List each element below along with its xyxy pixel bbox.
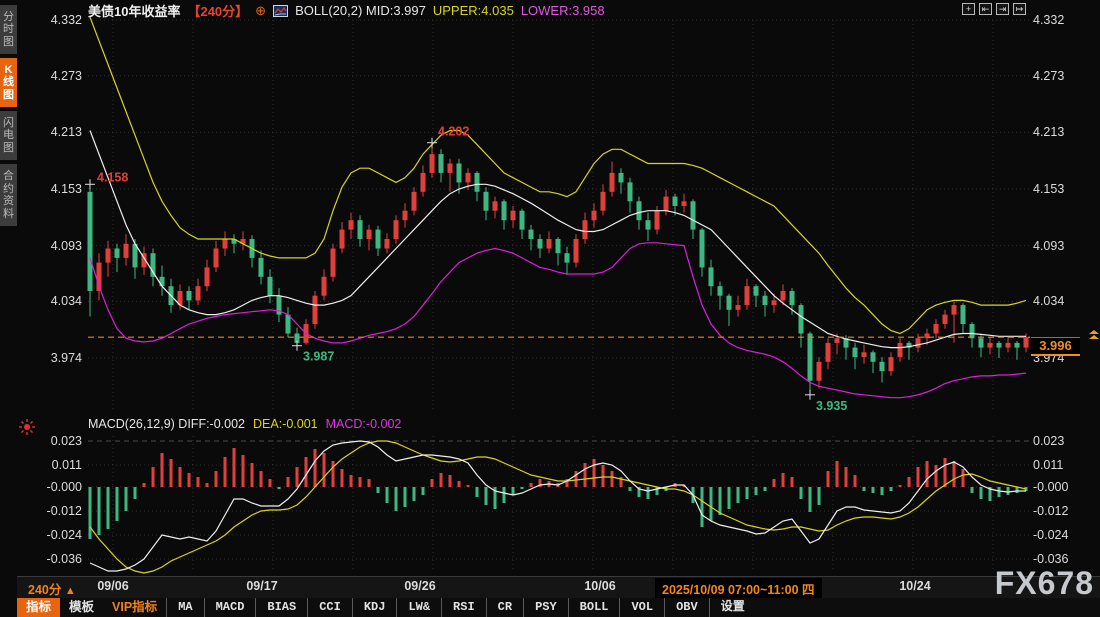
pan-right-button[interactable]: ⇥: [996, 3, 1009, 15]
chart-tool-buttons: + ⇤ ⇥ ↦: [962, 3, 1026, 15]
price-label-right: 4.213: [1033, 125, 1093, 139]
toolbar-button-设置[interactable]: 设置: [709, 598, 756, 617]
macd-value-readout: MACD:-0.002: [326, 417, 402, 431]
toolbar-button-PSY[interactable]: PSY: [523, 598, 568, 617]
price-label-left: 4.034: [28, 294, 82, 308]
sidebar-tab-1[interactable]: K线图: [0, 58, 17, 107]
toolbar-button-VIP指标[interactable]: VIP指标: [103, 598, 166, 617]
macd-label-left: -0.036: [28, 552, 82, 566]
macd-label-right: 0.023: [1033, 434, 1093, 448]
crosshair-icon[interactable]: ⊕: [255, 3, 266, 19]
chart-application: 4.1584.2023.9873.935 分时图K线图闪电图合约资料 美债10年…: [0, 0, 1100, 617]
toolbar-button-CCI[interactable]: CCI: [307, 598, 352, 617]
macd-label-left: 0.011: [28, 458, 82, 472]
macd-label-left: 0.023: [28, 434, 82, 448]
toolbar-button-CR[interactable]: CR: [486, 598, 523, 617]
price-label-right: 4.034: [1033, 294, 1093, 308]
macd-diff-readout: MACD(26,12,9) DIFF:-0.002: [88, 417, 245, 431]
sidebar-tab-3[interactable]: 合约资料: [0, 164, 17, 226]
macd-label-left: -0.000: [28, 480, 82, 494]
toolbar-button-LW&[interactable]: LW&: [396, 598, 441, 617]
time-tick-09/26: 09/26: [404, 579, 435, 593]
mini-chart-icon[interactable]: [273, 5, 288, 17]
price-label-right: 4.093: [1033, 239, 1093, 253]
session-info-badge: 2025/10/09 07:00~11:00 四: [655, 578, 822, 599]
price-label-left: 4.093: [28, 239, 82, 253]
toolbar-button-RSI[interactable]: RSI: [441, 598, 486, 617]
period-up-arrow-icon: ▲: [65, 585, 76, 597]
macd-label-right: -0.000: [1033, 480, 1093, 494]
toolbar-button-VOL[interactable]: VOL: [619, 598, 664, 617]
toolbar-button-BIAS[interactable]: BIAS: [255, 598, 307, 617]
indicator-toolbar: 指标模板VIP指标MAMACDBIASCCIKDJLW&RSICRPSYBOLL…: [17, 598, 1100, 617]
toolbar-button-BOLL[interactable]: BOLL: [568, 598, 620, 617]
sidebar-tab-2[interactable]: 闪电图: [0, 111, 17, 160]
time-tick-10/24: 10/24: [899, 579, 930, 593]
toolbar-button-KDJ[interactable]: KDJ: [352, 598, 397, 617]
fx678-watermark: FX678: [995, 566, 1094, 600]
toolbar-button-MACD[interactable]: MACD: [204, 598, 256, 617]
boll-lower-readout: LOWER:3.958: [521, 3, 605, 18]
time-axis-row: 240分 ▲ 2025/10/09 07:00~11:00 四 09/06 09/…: [0, 576, 1100, 598]
toolbar-button-模板[interactable]: 模板: [60, 598, 103, 617]
time-tick-09/17: 09/17: [246, 579, 277, 593]
toolbar-button-指标[interactable]: 指标: [17, 598, 60, 617]
main-chart-plot[interactable]: [88, 18, 1030, 416]
macd-label-left: -0.012: [28, 504, 82, 518]
macd-label-right: -0.024: [1033, 528, 1093, 542]
toolbar-button-OBV[interactable]: OBV: [664, 598, 709, 617]
macd-dea-readout: DEA:-0.001: [253, 417, 318, 431]
chart-header: 美债10年收益率 【240分】 ⊕ BOLL(20,2) MID:3.997 U…: [88, 3, 605, 18]
crosshair-tool-button[interactable]: +: [962, 3, 975, 15]
sidebar-tab-0[interactable]: 分时图: [0, 5, 17, 54]
period-label[interactable]: 240分 ▲: [28, 579, 76, 598]
price-label-left: 4.213: [28, 125, 82, 139]
price-label-left: 4.332: [28, 13, 82, 27]
pan-left-button[interactable]: ⇤: [979, 3, 992, 15]
macd-label-right: -0.012: [1033, 504, 1093, 518]
price-label-left: 4.273: [28, 69, 82, 83]
price-label-left: 3.974: [28, 351, 82, 365]
time-tick-09/06: 09/06: [97, 579, 128, 593]
time-tick-10/06: 10/06: [584, 579, 615, 593]
price-label-right: 4.273: [1033, 69, 1093, 83]
macd-header: MACD(26,12,9) DIFF:-0.002 DEA:-0.001 MAC…: [88, 416, 401, 431]
price-label-right: 4.153: [1033, 182, 1093, 196]
period-tag[interactable]: 【240分】: [187, 1, 248, 20]
price-marker-icon[interactable]: [1088, 330, 1100, 340]
current-price-badge: 3.996: [1031, 337, 1080, 356]
instrument-title: 美债10年收益率: [88, 1, 180, 20]
pan-end-button[interactable]: ↦: [1013, 3, 1026, 15]
macd-label-left: -0.024: [28, 528, 82, 542]
macd-label-right: -0.036: [1033, 552, 1093, 566]
alarm-blink-icon[interactable]: [19, 419, 35, 435]
macd-label-right: 0.011: [1033, 458, 1093, 472]
toolbar-button-MA[interactable]: MA: [166, 598, 203, 617]
price-label-left: 4.153: [28, 182, 82, 196]
macd-plot[interactable]: [88, 432, 1030, 574]
price-label-right: 4.332: [1033, 13, 1093, 27]
boll-upper-readout: UPPER:4.035: [433, 3, 514, 18]
boll-mid-readout: BOLL(20,2) MID:3.997: [295, 3, 426, 18]
chart-type-sidebar: 分时图 K线图闪电图合约资料: [0, 0, 17, 617]
